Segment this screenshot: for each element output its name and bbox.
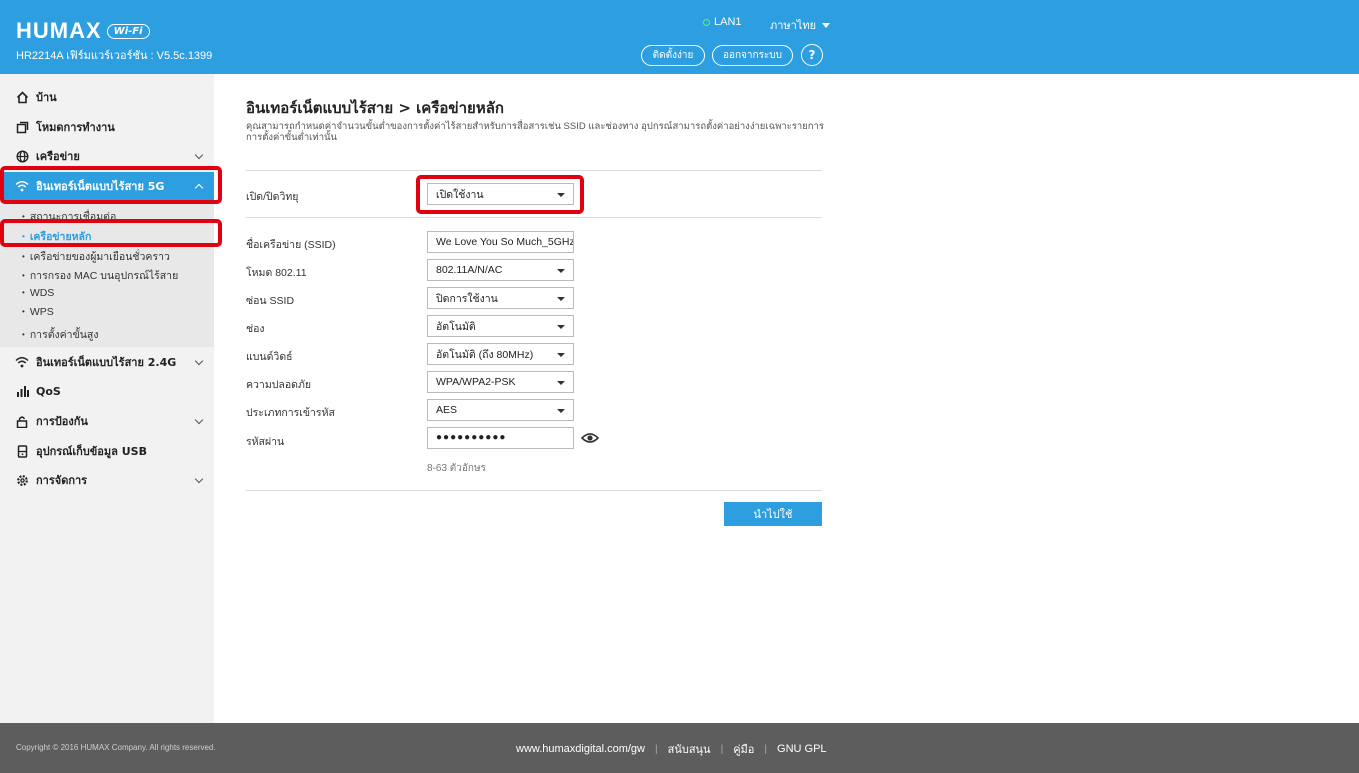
channel-select[interactable]: อัตโนมัติ [427,315,574,337]
chevron-down-icon [194,474,204,484]
humax-logo: HUMAX Wi-Fi [16,18,150,44]
footer-link-support[interactable]: สนับสนุน [668,740,711,758]
sidebar-item-usb-storage[interactable]: อุปกรณ์เก็บข้อมูล USB [0,437,214,465]
home-icon [15,90,29,104]
sidebar-item-label: อุปกรณ์เก็บข้อมูล USB [36,445,147,458]
footer: Copyright © 2016 HUMAX Company. All righ… [0,723,1359,773]
radio-label: เปิด/ปิดวิทยุ [246,191,299,203]
security-label: ความปลอดภัย [246,379,312,391]
logout-button[interactable]: ออกจากระบบ [712,45,793,66]
help-button[interactable]: ? [801,44,823,66]
bandwidth-select[interactable]: อัตโนมัติ (ถึง 80MHz) [427,343,574,365]
mode-select-value: 802.11A/N/AC [436,264,503,276]
channel-select-value: อัตโนมัติ [436,320,476,333]
security-select-value: WPA/WPA2-PSK [436,376,516,388]
divider [246,490,822,491]
chevron-down-icon [557,409,565,413]
language-label: ภาษาไทย [770,20,817,32]
submenu-item-mac-filter[interactable]: การกรอง MAC บนอุปกรณ์ไร้สาย [22,267,178,284]
sidebar-item-qos[interactable]: QoS [0,377,214,405]
chevron-down-icon [557,193,565,197]
gear-icon [15,474,29,487]
submenu-item-wps[interactable]: WPS [22,306,54,318]
footer-separator: | [720,743,724,755]
footer-link-website[interactable]: www.humaxdigital.com/gw [516,743,645,755]
wifi-icon [15,356,29,368]
chevron-down-icon [557,353,565,357]
radio-select[interactable]: เปิดใช้งาน [427,183,574,205]
footer-separator: | [655,743,658,755]
chevron-down-icon [557,269,565,273]
divider [246,170,822,171]
sidebar-item-label: เครือข่าย [36,150,80,163]
language-select[interactable]: ภาษาไทย [770,16,831,34]
bandwidth-select-value: อัตโนมัติ (ถึง 80MHz) [436,348,534,361]
password-input[interactable]: ●●●●●●●●●● [427,427,574,449]
ssid-input[interactable]: We Love You So Much_5GHz [427,231,574,253]
password-hint: 8-63 ตัวอักษร [427,463,486,474]
wifi-badge: Wi-Fi [106,23,150,39]
model-firmware: HR2214A เฟิร์มแวร์เวอร์ชัน : V5.5c.1399 [16,50,213,62]
sidebar-item-label: การจัดการ [36,474,88,487]
sidebar-item-security[interactable]: การป้องกัน [0,407,214,435]
easy-setup-button[interactable]: ติดตั้งง่าย [641,45,705,66]
encryption-label: ประเภทการเข้ารหัส [246,407,335,419]
highlight-box-sidebar-5g [0,166,222,204]
chevron-down-icon [557,325,565,329]
submenu-item-wds[interactable]: WDS [22,287,55,299]
sidebar-item-label: โหมดการทำงาน [36,121,115,134]
hide-ssid-select-value: ปิดการใช้งาน [436,292,498,305]
sidebar-item-label: บ้าน [36,91,57,104]
brand-name: HUMAX [16,18,102,43]
highlight-box-main-network [0,219,222,247]
sidebar-item-home[interactable]: บ้าน [0,83,214,111]
encryption-select-value: AES [436,404,458,416]
submenu-item-advanced[interactable]: การตั้งค่าขั้นสูง [22,326,99,343]
sidebar-item-label: การป้องกัน [36,415,88,428]
sidebar-item-label: อินเทอร์เน็ตแบบไร้สาย 2.4G [36,356,177,369]
bar-chart-icon [15,385,29,397]
chevron-down-icon [194,356,204,366]
chevron-down-icon [557,381,565,385]
chevron-down-icon [194,415,204,425]
radio-select-value: เปิดใช้งาน [436,188,484,201]
divider [246,217,822,218]
apply-button[interactable]: นำไปใช้ [724,502,822,526]
mode-icon [15,121,29,134]
footer-separator: | [764,743,768,755]
chevron-down-icon [194,150,204,160]
mode-select[interactable]: 802.11A/N/AC [427,259,574,281]
channel-label: ช่อง [246,323,265,335]
sidebar-item-label: QoS [36,384,61,398]
mode-label: โหมด 802.11 [246,267,307,279]
top-header: HUMAX Wi-Fi HR2214A เฟิร์มแวร์เวอร์ชัน :… [0,0,1359,74]
sidebar-item-administration[interactable]: การจัดการ [0,466,214,494]
lan-status-dot-icon [703,18,710,26]
submenu-item-guest-network[interactable]: เครือข่ายของผู้มาเยือนชั่วคราว [22,248,170,265]
ssid-label: ชื่อเครือข่าย (SSID) [246,239,336,251]
eye-icon[interactable] [580,430,600,444]
page-description: คุณสามารถกำหนดค่าจำนวนขั้นต่ำของการตั้งค… [246,121,824,143]
lock-icon [15,415,29,428]
chevron-down-icon [557,297,565,301]
lan-status: LAN1 [703,16,742,28]
globe-icon [15,149,29,163]
footer-links: www.humaxdigital.com/gw | สนับสนุน | คู่… [516,740,827,758]
hide-ssid-label: ซ่อน SSID [246,295,295,307]
password-label: รหัสผ่าน [246,436,285,448]
sidebar-item-operation-mode[interactable]: โหมดการทำงาน [0,113,214,141]
bandwidth-label: แบนด์วิดธ์ [246,351,293,363]
lan-label: LAN1 [714,16,742,28]
encryption-select[interactable]: AES [427,399,574,421]
usb-storage-icon [15,444,29,458]
copyright-text: Copyright © 2016 HUMAX Company. All righ… [16,743,216,752]
footer-link-manual[interactable]: คู่มือ [733,740,754,758]
sidebar-item-wireless-24g[interactable]: อินเทอร์เน็ตแบบไร้สาย 2.4G [0,348,214,376]
security-select[interactable]: WPA/WPA2-PSK [427,371,574,393]
page-title: อินเทอร์เน็ตแบบไร้สาย > เครือข่ายหลัก [246,99,505,117]
footer-link-gpl[interactable]: GNU GPL [777,743,827,755]
hide-ssid-select[interactable]: ปิดการใช้งาน [427,287,574,309]
chevron-down-icon [822,22,831,28]
